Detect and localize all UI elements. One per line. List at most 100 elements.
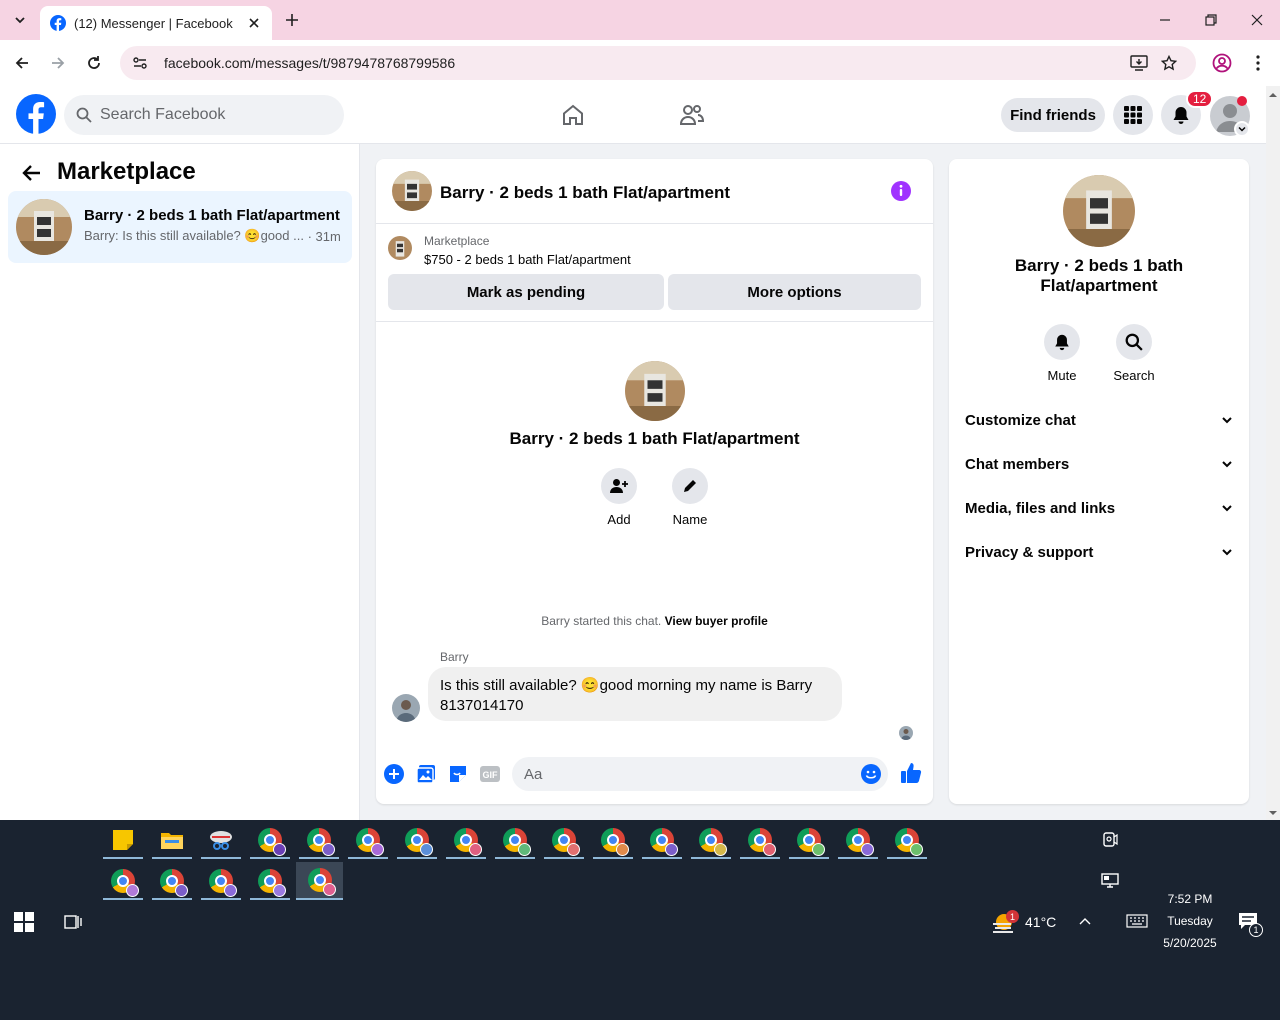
gif-icon[interactable]: GIF	[479, 763, 501, 785]
taskbar-chrome-window[interactable]	[152, 864, 192, 900]
taskbar-sticky-notes[interactable]	[103, 823, 143, 859]
clock-day[interactable]: Tuesday	[1160, 914, 1220, 928]
marketplace-label: Marketplace	[424, 234, 490, 248]
touch-keyboard-icon[interactable]	[1126, 914, 1148, 928]
chevron-down-icon	[1222, 549, 1232, 556]
chat-profile-image	[625, 361, 685, 421]
weather-alert-badge: 1	[1006, 910, 1019, 923]
sidebar-back-button[interactable]	[18, 159, 46, 187]
minimize-window-button[interactable]	[1142, 0, 1188, 40]
customize-chat-row[interactable]: Customize chat	[949, 398, 1249, 442]
sender-avatar[interactable]	[392, 694, 420, 722]
facebook-logo-icon[interactable]	[16, 94, 56, 134]
message-bubble[interactable]: Is this still available? 😊good morning m…	[428, 667, 842, 721]
taskbar-chrome-window[interactable]	[397, 823, 437, 859]
url-text[interactable]: facebook.com/messages/t/9879478768799586	[164, 55, 1124, 71]
home-nav-button[interactable]	[556, 98, 590, 132]
chrome-icon	[748, 828, 776, 856]
page-scrollbar[interactable]	[1266, 86, 1280, 820]
taskbar-chrome-window[interactable]	[348, 823, 388, 859]
chrome-icon	[699, 828, 727, 856]
taskbar-chrome-active-window[interactable]	[296, 862, 343, 900]
details-profile-name: Barry · 2 beds 1 bath Flat/apartment	[1014, 256, 1184, 295]
browser-menu-button[interactable]	[1243, 48, 1273, 78]
taskbar-chrome-window[interactable]	[446, 823, 486, 859]
listing-price-title[interactable]: $750 - 2 beds 1 bath Flat/apartment	[424, 252, 631, 267]
taskbar-chrome-window[interactable]	[691, 823, 731, 859]
taskbar-chrome-window[interactable]	[642, 823, 682, 859]
scroll-up-icon[interactable]	[1266, 90, 1280, 100]
taskbar-chrome-window[interactable]	[201, 864, 241, 900]
chrome-icon	[503, 828, 531, 856]
listing-small-thumbnail[interactable]	[388, 236, 412, 260]
taskbar-chrome-profile-t[interactable]	[250, 823, 290, 859]
address-bar[interactable]: facebook.com/messages/t/9879478768799586	[120, 46, 1196, 80]
emoji-icon[interactable]	[860, 763, 882, 785]
message-input[interactable]: Aa	[512, 757, 888, 791]
show-hidden-icons-button[interactable]	[1078, 914, 1092, 928]
close-icon	[1251, 14, 1263, 26]
search-in-conversation-button[interactable]: Search	[1104, 324, 1164, 383]
more-options-button[interactable]: More options	[668, 274, 921, 310]
forward-button[interactable]	[43, 48, 73, 78]
scroll-down-icon[interactable]	[1266, 808, 1280, 818]
taskbar-network-icon[interactable]	[1101, 871, 1119, 889]
mute-button[interactable]: Mute	[1032, 324, 1092, 383]
weather-temperature[interactable]: 41°C	[1025, 914, 1056, 930]
site-settings-icon[interactable]	[132, 55, 156, 71]
chat-started-text: Barry started this chat.	[541, 614, 662, 628]
taskbar-chrome-window[interactable]	[299, 823, 339, 859]
chat-header-thumbnail[interactable]	[392, 171, 432, 211]
bookmark-star-icon[interactable]	[1154, 55, 1184, 71]
taskbar-chrome-window[interactable]	[495, 823, 535, 859]
pencil-icon	[684, 480, 696, 492]
sticker-icon[interactable]	[447, 763, 469, 785]
conversation-info-icon[interactable]	[890, 180, 912, 202]
friends-nav-button[interactable]	[675, 98, 709, 132]
find-friends-button[interactable]: Find friends	[1001, 98, 1105, 132]
new-tab-button[interactable]	[282, 10, 302, 30]
taskbar-chrome-window[interactable]	[103, 864, 143, 900]
menu-button[interactable]	[1113, 95, 1153, 135]
windows-start-button[interactable]	[14, 912, 34, 932]
attach-photo-icon[interactable]	[415, 763, 437, 785]
privacy-support-row[interactable]: Privacy & support	[949, 530, 1249, 574]
account-menu-chevron[interactable]	[1234, 121, 1250, 137]
clock-time[interactable]: 7:52 PM	[1160, 892, 1220, 906]
task-view-button[interactable]	[62, 912, 82, 932]
taskbar-chrome-window[interactable]	[740, 823, 780, 859]
facebook-search-input[interactable]: Search Facebook	[64, 95, 344, 135]
chat-header-title[interactable]: Barry · 2 beds 1 bath Flat/apartment	[440, 183, 730, 203]
tab-search-dropdown-button[interactable]	[8, 8, 32, 32]
add-people-button[interactable]: Add	[589, 468, 649, 527]
name-label: Name	[672, 512, 708, 527]
close-window-button[interactable]	[1234, 0, 1280, 40]
taskbar-chrome-window[interactable]	[250, 864, 290, 900]
chat-started-notice: Barry started this chat. View buyer prof…	[376, 614, 933, 628]
chrome-icon	[307, 868, 336, 896]
edit-name-button[interactable]: Name	[660, 468, 720, 527]
taskbar-chrome-window[interactable]	[838, 823, 878, 859]
minimize-icon	[1160, 19, 1170, 21]
chat-members-row[interactable]: Chat members	[949, 442, 1249, 486]
browser-tab-active[interactable]: (12) Messenger | Facebook	[40, 6, 272, 40]
media-files-links-row[interactable]: Media, files and links	[949, 486, 1249, 530]
close-tab-icon[interactable]	[246, 15, 262, 31]
reload-button[interactable]	[79, 48, 109, 78]
taskbar-chrome-window[interactable]	[887, 823, 927, 859]
taskbar-chrome-window[interactable]	[789, 823, 829, 859]
taskbar-snipping-tool[interactable]	[201, 823, 241, 859]
taskbar-file-explorer[interactable]	[152, 823, 192, 859]
back-button[interactable]	[7, 48, 37, 78]
thumbs-up-icon[interactable]	[899, 761, 923, 785]
view-buyer-profile-link[interactable]: View buyer profile	[665, 614, 768, 628]
taskbar-chrome-window[interactable]	[593, 823, 633, 859]
more-actions-plus-icon[interactable]	[383, 763, 405, 785]
mark-as-pending-button[interactable]: Mark as pending	[388, 274, 664, 310]
clock-date[interactable]: 5/20/2025	[1160, 936, 1220, 950]
taskbar-meet-now-icon[interactable]	[1101, 831, 1119, 849]
restore-window-button[interactable]	[1188, 0, 1234, 40]
taskbar-chrome-window[interactable]	[544, 823, 584, 859]
profile-button[interactable]	[1207, 48, 1237, 78]
install-app-icon[interactable]	[1124, 55, 1154, 71]
